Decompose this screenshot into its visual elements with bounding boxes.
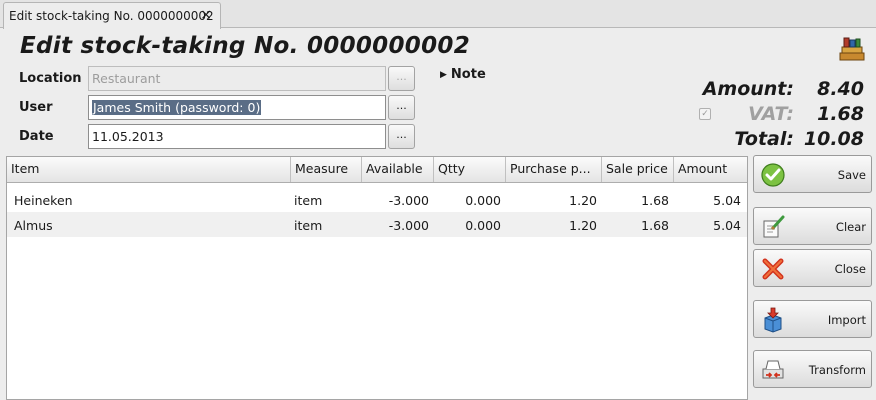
cell-available: -3.000 — [388, 193, 429, 208]
table-row[interactable]: Almus item -3.000 0.000 1.20 1.68 5.04 — [7, 212, 747, 237]
column-header-sale-price[interactable]: Sale price — [602, 157, 674, 182]
column-header-item[interactable]: Item — [7, 157, 291, 182]
close-tab-icon[interactable]: × — [200, 7, 212, 23]
cell-sale-price: 1.68 — [641, 193, 669, 208]
location-field: Restaurant — [88, 66, 386, 91]
cell-qtty: 0.000 — [465, 218, 501, 233]
import-label: Import — [827, 313, 866, 327]
cell-item: Heineken — [14, 193, 73, 208]
note-label: Note — [450, 67, 486, 82]
location-browse-button: ... — [388, 66, 415, 91]
amount-value: 8.40 — [817, 78, 864, 100]
cell-qtty: 0.000 — [465, 193, 501, 208]
total-row: Total: 10.08 — [734, 128, 864, 150]
total-label: Total: — [734, 128, 794, 150]
table-header: Item Measure Available Qtty Purchase p..… — [7, 157, 747, 183]
close-x-icon — [762, 258, 784, 280]
cell-purchase-price: 1.20 — [569, 218, 597, 233]
books-icon[interactable] — [837, 34, 867, 64]
cell-available: -3.000 — [388, 218, 429, 233]
cell-measure: item — [294, 193, 323, 208]
clear-button[interactable]: Clear — [753, 207, 872, 245]
cell-sale-price: 1.68 — [641, 218, 669, 233]
check-icon — [761, 163, 785, 187]
user-browse-button[interactable]: ... — [388, 95, 415, 120]
transform-icon — [762, 360, 784, 379]
tab-bar: Edit stock-taking No. 0000000002 × — [0, 0, 876, 29]
clear-label: Clear — [835, 220, 866, 234]
cell-item: Almus — [14, 218, 53, 233]
clear-document-icon — [763, 215, 785, 238]
user-value: James Smith (password: 0) — [92, 100, 262, 115]
date-label: Date — [19, 129, 54, 144]
tab-edit-stock-taking[interactable]: Edit stock-taking No. 0000000002 × — [3, 2, 221, 29]
vat-row: VAT: 1.68 — [748, 103, 864, 125]
total-value: 10.08 — [803, 128, 864, 150]
column-header-purchase-price[interactable]: Purchase p... — [506, 157, 602, 182]
cell-purchase-price: 1.20 — [569, 193, 597, 208]
column-header-amount[interactable]: Amount — [674, 157, 747, 182]
import-button[interactable]: Import — [753, 300, 872, 338]
table-row[interactable]: Heineken item -3.000 0.000 1.20 1.68 5.0… — [7, 187, 747, 212]
close-label: Close — [834, 262, 866, 276]
user-field[interactable]: James Smith (password: 0) — [88, 95, 386, 120]
cell-amount: 5.04 — [713, 193, 741, 208]
close-button[interactable]: Close — [753, 249, 872, 287]
vat-value: 1.68 — [817, 103, 864, 125]
location-label: Location — [19, 71, 82, 86]
page-title: Edit stock-taking No. 0000000002 — [20, 33, 470, 59]
import-box-icon — [764, 307, 782, 333]
column-header-qtty[interactable]: Qtty — [434, 157, 506, 182]
note-expander[interactable]: ▶ Note — [440, 67, 486, 82]
cell-amount: 5.04 — [713, 218, 741, 233]
save-label: Save — [837, 168, 866, 182]
save-button[interactable]: Save — [753, 155, 872, 193]
vat-checkbox[interactable]: ✓ — [699, 108, 711, 120]
cell-measure: item — [294, 218, 323, 233]
amount-row: Amount: 8.40 — [703, 78, 864, 100]
tab-label: Edit stock-taking No. 0000000002 — [9, 9, 214, 23]
user-label: User — [19, 100, 53, 115]
column-header-measure[interactable]: Measure — [291, 157, 362, 182]
transform-button[interactable]: Transform — [753, 350, 872, 388]
column-header-available[interactable]: Available — [362, 157, 434, 182]
date-picker-button[interactable]: ... — [388, 124, 415, 149]
items-table: Item Measure Available Qtty Purchase p..… — [6, 156, 748, 400]
amount-label: Amount: — [702, 78, 794, 100]
expander-arrow-icon: ▶ — [440, 70, 447, 80]
vat-label: VAT: — [748, 103, 794, 125]
date-field[interactable]: 11.05.2013 — [88, 124, 386, 149]
transform-label: Transform — [808, 363, 866, 377]
